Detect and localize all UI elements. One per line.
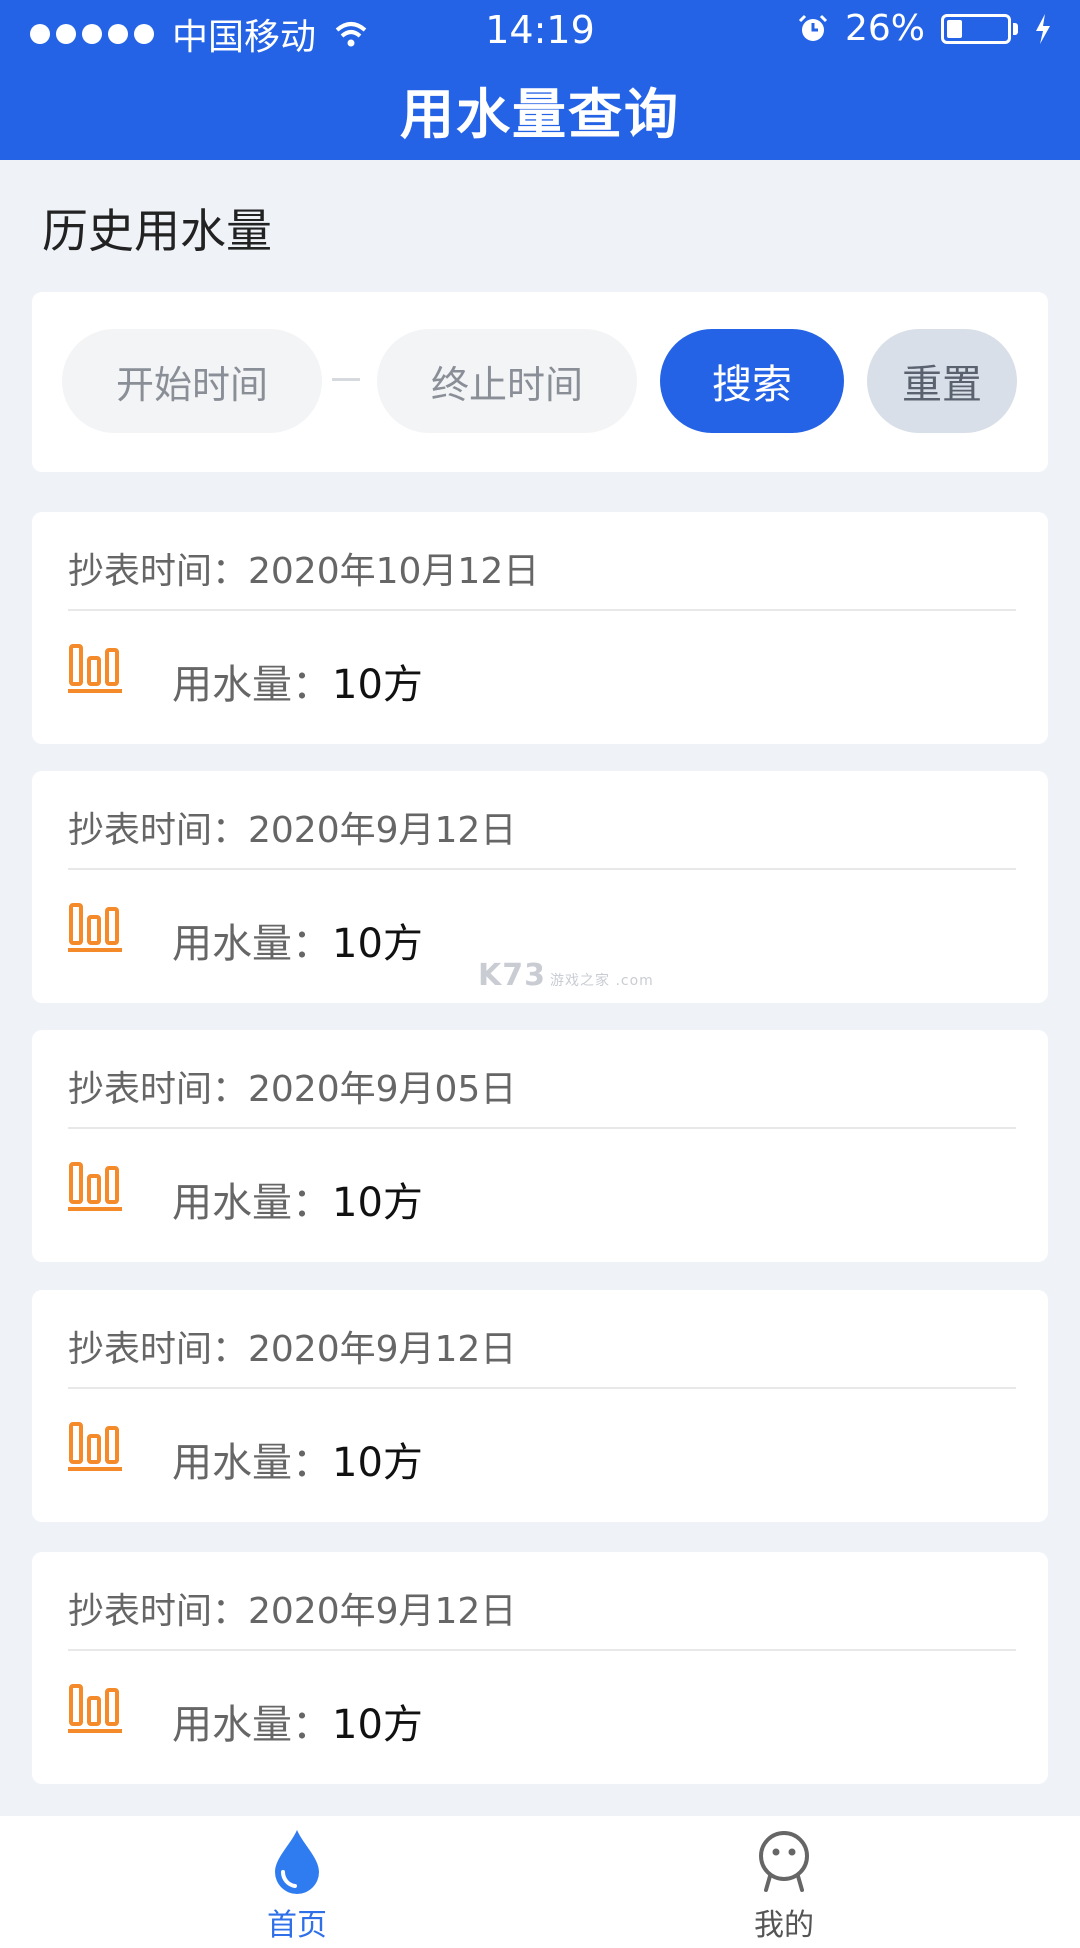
battery-icon <box>941 13 1011 44</box>
bar-chart-icon <box>68 1684 122 1733</box>
end-date-input[interactable]: 终止时间 <box>377 329 637 433</box>
usage-value: 10方 <box>332 1440 423 1486</box>
tab-home[interactable]: 首页 <box>197 1816 397 1948</box>
search-button[interactable]: 搜索 <box>660 329 844 433</box>
usage-value: 10方 <box>332 921 423 967</box>
record-date: 抄表时间：2020年9月05日 <box>68 1069 517 1110</box>
battery-level-fill <box>947 19 962 38</box>
record-card[interactable]: 抄表时间：2020年9月12日 用水量： 10方 <box>32 1290 1048 1522</box>
record-card[interactable]: 抄表时间：2020年9月12日 用水量： 10方 <box>32 1552 1048 1784</box>
alarm-icon <box>798 14 828 41</box>
start-date-input[interactable]: 开始时间 <box>62 329 322 433</box>
usage-value: 10方 <box>332 1180 423 1226</box>
tab-mine-label: 我的 <box>754 1908 814 1943</box>
record-date: 抄表时间：2020年9月12日 <box>68 1329 517 1370</box>
record-divider <box>68 1387 1016 1389</box>
usage-value: 10方 <box>332 1702 423 1748</box>
page-title: 用水量查询 <box>400 83 680 146</box>
header-bar: 中国移动 14:19 26% 用水量查询 <box>0 0 1080 160</box>
usage-label: 用水量： <box>172 1702 332 1748</box>
status-right: 26% <box>797 8 1052 49</box>
record-divider <box>68 1649 1016 1651</box>
usage-label: 用水量： <box>172 1180 332 1226</box>
record-date: 抄表时间：2020年9月12日 <box>68 1591 517 1632</box>
bar-chart-icon <box>68 1162 122 1211</box>
search-panel: 开始时间 终止时间 搜索 重置 <box>32 292 1048 472</box>
usage-label: 用水量： <box>172 921 332 967</box>
usage-label: 用水量： <box>172 662 332 708</box>
record-card[interactable]: 抄表时间：2020年9月05日 用水量： 10方 <box>32 1030 1048 1262</box>
water-drop-icon <box>275 1830 319 1894</box>
bar-chart-icon <box>68 903 122 952</box>
charging-icon <box>1036 13 1050 44</box>
range-separator <box>332 378 360 381</box>
battery-percent: 26% <box>844 8 925 49</box>
reset-button[interactable]: 重置 <box>867 329 1017 433</box>
watermark-subtext: 游戏之家 .com <box>550 973 654 989</box>
user-face-icon <box>759 1831 809 1892</box>
watermark-logo: K73 游戏之家 .com <box>478 958 654 993</box>
record-date: 抄表时间：2020年9月12日 <box>68 810 517 851</box>
tab-home-label: 首页 <box>267 1908 327 1943</box>
bar-chart-icon <box>68 1422 122 1471</box>
usage-value: 10方 <box>332 662 423 708</box>
watermark-text: K73 <box>478 958 546 993</box>
record-card[interactable]: 抄表时间：2020年10月12日 用水量： 10方 <box>32 512 1048 744</box>
tab-bar: 首页 我的 <box>0 1816 1080 1948</box>
status-bar: 中国移动 14:19 26% <box>0 0 1080 60</box>
section-title: 历史用水量 <box>42 204 272 258</box>
usage-label: 用水量： <box>172 1440 332 1486</box>
record-divider <box>68 1127 1016 1129</box>
record-date: 抄表时间：2020年10月12日 <box>68 551 540 592</box>
record-divider <box>68 868 1016 870</box>
tab-mine[interactable]: 我的 <box>684 1816 884 1948</box>
record-divider <box>68 609 1016 611</box>
bar-chart-icon <box>68 644 122 693</box>
